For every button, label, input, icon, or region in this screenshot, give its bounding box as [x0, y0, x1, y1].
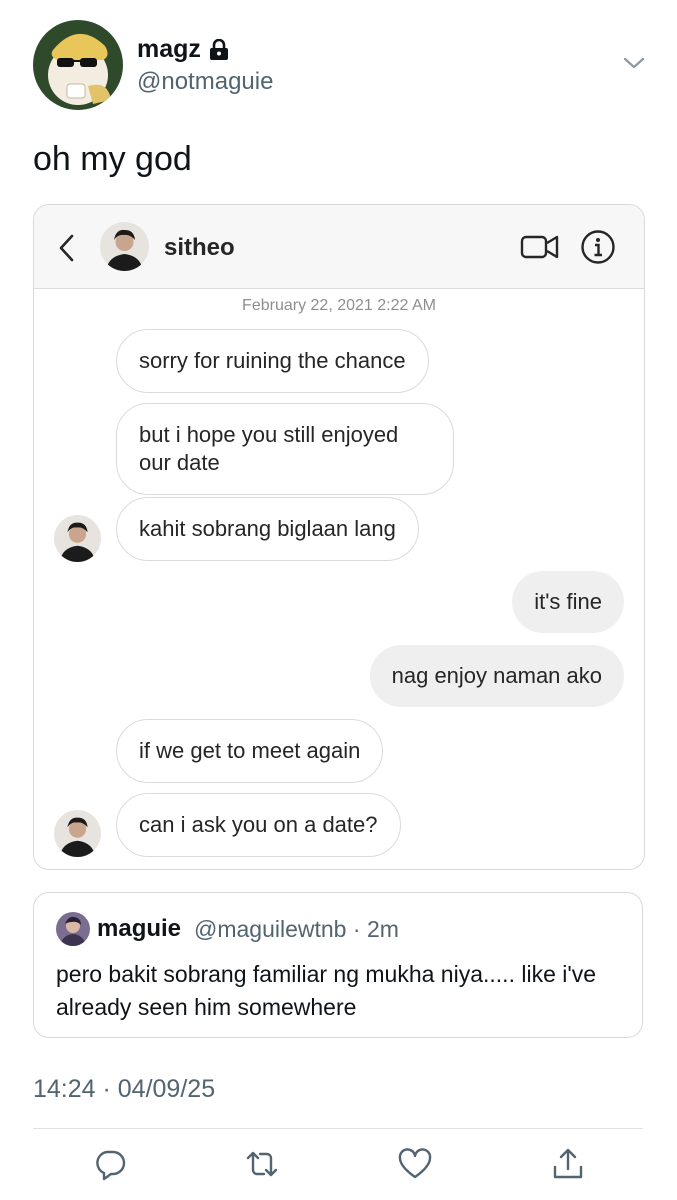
reply-button[interactable] [92, 1146, 128, 1182]
quoted-tweet[interactable]: maguie @maguilewtnb · 2m pero bakit sobr… [33, 892, 643, 1038]
quote-text: pero bakit sobrang familiar ng mukha niy… [56, 961, 597, 1020]
video-call-icon [520, 231, 560, 263]
author-handle[interactable]: @notmaguie [137, 68, 273, 96]
dm-date: February 22, 2021 2:22 AM [242, 297, 436, 314]
heart-icon [398, 1148, 432, 1179]
dm-contact-name: sitheo [164, 234, 235, 261]
quote-meta: @maguilewtnb · 2m [194, 916, 399, 943]
quote-handle: @maguilewtnb [194, 916, 347, 942]
dm-contact-avatar [100, 222, 149, 271]
message-bubble: but i hope you still enjoyed our date [116, 403, 454, 495]
like-button[interactable] [397, 1146, 433, 1182]
divider [33, 1128, 643, 1129]
message-bubble-sent: nag enjoy naman ako [369, 645, 624, 707]
meta-separator: · [346, 916, 367, 942]
author-avatar[interactable] [33, 20, 123, 110]
message-bubble: if we get to meet again [116, 719, 384, 783]
display-name[interactable]: magz [137, 35, 229, 64]
message-bubble: kahit sobrang biglaan lang [116, 497, 419, 561]
lock-icon [209, 38, 228, 60]
quote-avatar [56, 912, 90, 946]
quote-time: 2m [366, 916, 399, 942]
retweet-icon [246, 1151, 278, 1177]
share-button[interactable] [550, 1146, 586, 1182]
message-bubble: sorry for ruining the chance [116, 329, 429, 393]
message-bubble: can i ask you on a date? [116, 793, 401, 857]
retweet-button[interactable] [244, 1146, 280, 1182]
chevron-down-icon [623, 57, 645, 69]
more-options-button[interactable] [623, 55, 645, 71]
reply-icon [96, 1150, 126, 1181]
dm-screenshot-image: sitheo February 22, 2021 2:22 AM sorry f… [33, 204, 645, 870]
tweet-text: oh my god [33, 140, 192, 178]
sender-avatar [54, 515, 101, 562]
info-icon [580, 229, 616, 265]
tweet-timestamp[interactable]: 14:24 · 04/09/25 [33, 1075, 215, 1104]
message-bubble-sent: it's fine [512, 571, 624, 633]
share-icon [553, 1148, 583, 1179]
quote-author-name: maguie [97, 915, 182, 942]
dm-header: sitheo [34, 205, 644, 289]
display-name-text: magz [137, 35, 201, 63]
sender-avatar [54, 810, 101, 857]
cat-avatar-icon [33, 20, 123, 110]
back-arrow-icon [56, 233, 78, 263]
